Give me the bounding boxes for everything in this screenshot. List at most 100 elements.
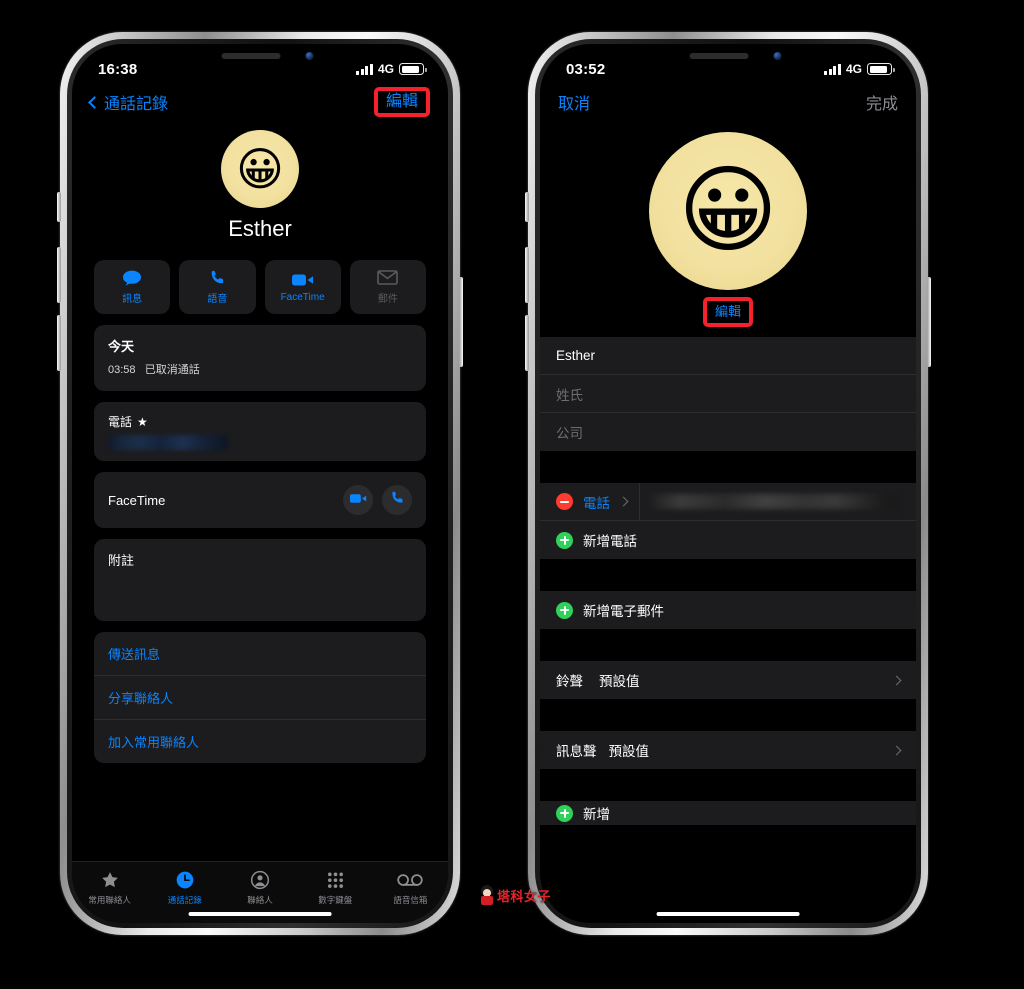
tab-contacts[interactable]: 聯絡人 bbox=[222, 869, 297, 906]
screenshot-canvas: 16:38 4G 通話記錄 編輯 😀 Esther 訊息 語音 FaceTime… bbox=[0, 0, 1024, 989]
link-share-contact[interactable]: 分享聯絡人 bbox=[94, 676, 426, 720]
network-type-label: 4G bbox=[377, 62, 394, 76]
edit-photo-button[interactable]: 編輯 bbox=[715, 304, 741, 319]
tab-voicemail[interactable]: 語音信箱 bbox=[373, 869, 448, 906]
recent-call-card[interactable]: 今天 03:58 已取消通話 bbox=[94, 325, 426, 391]
tab-recents[interactable]: 通話記錄 bbox=[147, 869, 222, 906]
edit-button[interactable]: 編輯 bbox=[386, 93, 418, 110]
right-phone-device: 03:52 4G 取消 完成 😀 編輯 Esther 姓氏 公司 電話 新增電話… bbox=[525, 32, 931, 935]
phone-type-label[interactable]: 電話 bbox=[583, 492, 610, 512]
power-button[interactable] bbox=[459, 277, 463, 367]
action-mail-label: 郵件 bbox=[377, 293, 398, 305]
add-field-row[interactable]: 新增 bbox=[540, 801, 916, 825]
navigation-bar: 通話記錄 編輯 bbox=[72, 82, 448, 122]
action-message[interactable]: 訊息 bbox=[94, 260, 171, 314]
edit-photo-header: 😀 編輯 bbox=[540, 122, 916, 327]
phone-icon bbox=[206, 270, 228, 286]
clock-icon bbox=[175, 869, 195, 891]
left-phone-screen: 16:38 4G 通話記錄 編輯 😀 Esther 訊息 語音 FaceTime… bbox=[72, 44, 448, 923]
power-button[interactable] bbox=[927, 277, 931, 367]
volume-up-button[interactable] bbox=[57, 247, 61, 303]
ringtone-row[interactable]: 鈴聲 預設值 bbox=[540, 661, 916, 699]
left-phone-device: 16:38 4G 通話記錄 編輯 😀 Esther 訊息 語音 FaceTime… bbox=[57, 32, 463, 935]
add-field-label: 新增 bbox=[583, 807, 610, 822]
contact-name: Esther bbox=[228, 216, 292, 241]
facetime-video-button[interactable] bbox=[343, 485, 373, 515]
front-camera-icon bbox=[773, 52, 782, 60]
add-phone-label: 新增電話 bbox=[583, 534, 637, 549]
name-fields-section: Esther 姓氏 公司 bbox=[540, 337, 916, 451]
home-indicator[interactable] bbox=[188, 911, 332, 916]
mute-switch[interactable] bbox=[525, 192, 529, 222]
plus-circle-icon[interactable] bbox=[556, 601, 573, 619]
volume-down-button[interactable] bbox=[57, 315, 61, 371]
watermark-text: 塔科女子 bbox=[497, 888, 552, 904]
last-name-field[interactable]: 姓氏 bbox=[540, 375, 916, 413]
ringtone-value: 預設值 bbox=[599, 674, 640, 689]
right-phone-screen: 03:52 4G 取消 完成 😀 編輯 Esther 姓氏 公司 電話 新增電話… bbox=[540, 44, 916, 923]
texttone-row[interactable]: 訊息聲 預設值 bbox=[540, 731, 916, 769]
avatar-emoji: 😀 bbox=[677, 157, 779, 264]
action-call[interactable]: 語音 bbox=[179, 260, 256, 314]
mute-switch[interactable] bbox=[57, 192, 61, 222]
video-icon bbox=[291, 272, 314, 288]
tab-recents-label: 通話記錄 bbox=[167, 895, 202, 905]
avatar[interactable]: 😀 bbox=[649, 132, 807, 290]
watermark-mascot-icon bbox=[480, 885, 494, 905]
home-indicator[interactable] bbox=[656, 911, 800, 916]
call-day-label: 今天 bbox=[108, 339, 135, 354]
keypad-icon bbox=[326, 869, 345, 891]
back-button[interactable]: 通話記錄 bbox=[88, 90, 168, 114]
contact-header: 😀 Esther bbox=[72, 122, 448, 242]
redacted-phone-number bbox=[108, 435, 228, 450]
chevron-left-icon bbox=[88, 95, 101, 109]
facetime-buttons bbox=[343, 485, 412, 515]
phone-section: 電話 新增電話 bbox=[540, 483, 916, 559]
add-email-row[interactable]: 新增電子郵件 bbox=[540, 591, 916, 629]
battery-icon bbox=[867, 63, 895, 75]
volume-down-button[interactable] bbox=[525, 315, 529, 371]
navigation-bar: 取消 完成 bbox=[540, 82, 916, 122]
ringtone-section: 鈴聲 預設值 bbox=[540, 661, 916, 699]
notes-card[interactable]: 附註 bbox=[94, 539, 426, 621]
notes-label: 附註 bbox=[108, 553, 135, 568]
link-send-message[interactable]: 傳送訊息 bbox=[94, 632, 426, 676]
action-facetime[interactable]: FaceTime bbox=[264, 260, 341, 314]
voicemail-icon bbox=[397, 869, 424, 891]
plus-circle-icon[interactable] bbox=[556, 531, 573, 549]
action-mail: 郵件 bbox=[349, 260, 426, 314]
status-time: 16:38 bbox=[98, 60, 138, 78]
facetime-audio-button[interactable] bbox=[382, 485, 412, 515]
cancel-button[interactable]: 取消 bbox=[558, 90, 590, 114]
avatar[interactable]: 😀 bbox=[221, 130, 299, 208]
edit-photo-highlight: 編輯 bbox=[702, 297, 753, 327]
first-name-field[interactable]: Esther bbox=[540, 337, 916, 375]
minus-circle-icon[interactable] bbox=[556, 493, 573, 510]
contact-links-card: 傳送訊息 分享聯絡人 加入常用聯絡人 bbox=[94, 632, 426, 763]
email-section: 新增電子郵件 bbox=[540, 591, 916, 629]
star-icon bbox=[100, 869, 120, 891]
phone-label: 電話 bbox=[108, 415, 133, 429]
status-indicators: 4G bbox=[824, 62, 895, 76]
video-icon bbox=[349, 491, 367, 509]
tab-keypad[interactable]: 數字鍵盤 bbox=[298, 869, 373, 906]
signal-strength-icon bbox=[824, 63, 841, 75]
done-button: 完成 bbox=[865, 96, 898, 113]
link-add-to-favorites[interactable]: 加入常用聯絡人 bbox=[94, 720, 426, 763]
phone-number-card[interactable]: 電話 ★ bbox=[94, 402, 426, 461]
plus-circle-icon[interactable] bbox=[556, 804, 573, 822]
notch bbox=[173, 44, 347, 69]
battery-icon bbox=[399, 63, 427, 75]
facetime-label: FaceTime bbox=[108, 492, 166, 508]
tab-favorites[interactable]: 常用聯絡人 bbox=[72, 869, 147, 906]
company-field[interactable]: 公司 bbox=[540, 413, 916, 451]
volume-up-button[interactable] bbox=[525, 247, 529, 303]
phone-entry-row[interactable]: 電話 bbox=[540, 483, 916, 521]
add-phone-row[interactable]: 新增電話 bbox=[540, 521, 916, 559]
signal-strength-icon bbox=[356, 63, 373, 75]
tab-contacts-label: 聯絡人 bbox=[247, 895, 273, 905]
texttone-label: 訊息聲 bbox=[556, 744, 597, 759]
